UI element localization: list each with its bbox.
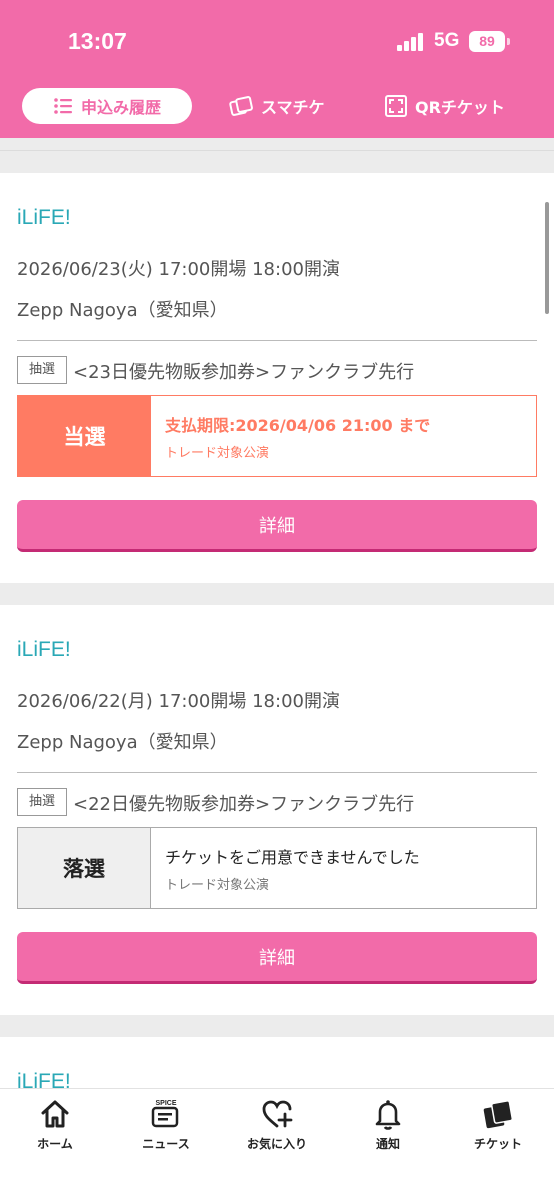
nav-label: お気に入り (246, 1137, 307, 1151)
divider (17, 340, 537, 341)
result-detail: 支払期限:2026/04/06 21:00 まで トレード対象公演 (151, 396, 536, 476)
scrollbar[interactable] (545, 202, 549, 314)
result-box-lost: 落選 チケットをご用意できませんでした トレード対象公演 (17, 827, 537, 909)
event-venue: Zepp Nagoya（愛知県） (17, 300, 228, 321)
lottery-badge: 抽選 (17, 356, 67, 384)
application-history-list[interactable]: iLiFE! 2026/06/23(火) 17:00開場 18:00開演 Zep… (0, 138, 554, 1088)
status-bar: 13:07 5G 89 (0, 0, 554, 80)
list-icon (53, 96, 73, 116)
detail-button[interactable]: 詳細 (17, 500, 537, 552)
lottery-badge: 抽選 (17, 788, 67, 816)
nav-notifications[interactable]: 通知 (333, 1097, 443, 1152)
bottom-navigation: ホーム SPICE ニュース お気に入り 通知 チケット (0, 1088, 554, 1200)
app-header: 13:07 5G 89 申込み履歴 スマチケ QRチケット (0, 0, 554, 138)
artist-name: iLiFE! (17, 206, 71, 229)
network-label: 5G (434, 30, 460, 51)
signal-icon (397, 33, 425, 51)
heart-plus-icon (222, 1097, 332, 1131)
battery-icon: 89 (469, 31, 505, 52)
tab-qr-ticket[interactable]: QRチケット (385, 88, 505, 124)
home-icon (0, 1097, 110, 1131)
application-card: iLiFE! 2026/06/23(火) 17:00開場 18:00開演 Zep… (0, 173, 554, 583)
trade-note: トレード対象公演 (165, 445, 270, 461)
artist-name: iLiFE! (17, 1070, 71, 1088)
result-detail: チケットをご用意できませんでした トレード対象公演 (151, 828, 536, 908)
spice-news-icon: SPICE (111, 1097, 221, 1131)
application-card: iLiFE! (0, 1037, 554, 1088)
nav-favorites[interactable]: お気に入り (222, 1097, 332, 1152)
nav-label: チケット (473, 1137, 522, 1151)
result-box-won: 当選 支払期限:2026/04/06 21:00 まで トレード対象公演 (17, 395, 537, 477)
result-status: 落選 (18, 828, 151, 908)
artist-name: iLiFE! (17, 638, 71, 661)
application-card: iLiFE! 2026/06/22(月) 17:00開場 18:00開演 Zep… (0, 605, 554, 1015)
nav-label: ホーム (37, 1137, 73, 1151)
nav-home[interactable]: ホーム (0, 1097, 110, 1152)
smart-ticket-icon (229, 95, 253, 117)
event-venue: Zepp Nagoya（愛知県） (17, 732, 228, 753)
qr-frame-icon (385, 95, 407, 117)
tab-label: QRチケット (415, 98, 505, 117)
tab-label: 申込み履歴 (80, 98, 161, 117)
detail-button[interactable]: 詳細 (17, 932, 537, 984)
divider (17, 772, 537, 773)
result-message: チケットをご用意できませんでした (165, 847, 420, 867)
event-date: 2026/06/22(月) 17:00開場 18:00開演 (17, 691, 340, 712)
nav-label: ニュース (142, 1137, 190, 1151)
payment-deadline: 支払期限:2026/04/06 21:00 まで (165, 415, 431, 435)
top-tabs: 申込み履歴 スマチケ QRチケット (0, 88, 554, 126)
nav-news[interactable]: SPICE ニュース (111, 1097, 221, 1152)
svg-text:SPICE: SPICE (155, 1100, 176, 1107)
divider (0, 150, 554, 151)
result-status: 当選 (18, 396, 151, 476)
nav-tickets[interactable]: チケット (443, 1097, 553, 1152)
tab-label: スマチケ (261, 98, 325, 117)
nav-label: 通知 (375, 1137, 400, 1151)
lottery-name: <23日優先物販参加券>ファンクラブ先行 (73, 362, 415, 383)
bell-icon (333, 1097, 443, 1131)
status-time: 13:07 (68, 28, 127, 54)
trade-note: トレード対象公演 (165, 877, 270, 893)
lottery-name: <22日優先物販参加券>ファンクラブ先行 (73, 794, 415, 815)
tab-smart-ticket[interactable]: スマチケ (229, 88, 325, 124)
event-date: 2026/06/23(火) 17:00開場 18:00開演 (17, 259, 340, 280)
battery-tip (507, 38, 510, 45)
tab-application-history[interactable]: 申込み履歴 (22, 88, 192, 124)
tickets-icon (443, 1097, 553, 1131)
